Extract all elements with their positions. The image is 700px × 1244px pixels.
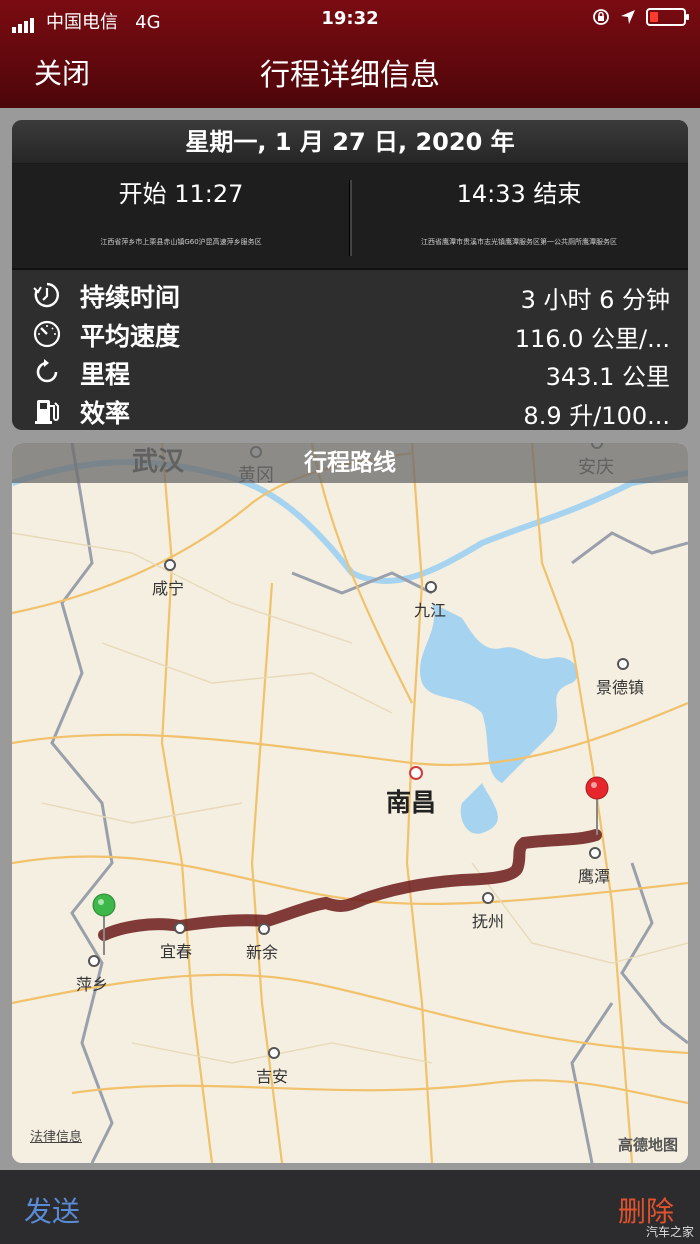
map-provider-logo: 高德地图 [617,1136,678,1154]
stat-label: 效率 [80,398,131,428]
location-arrow-icon [621,10,635,24]
city-label-pingxiang: 萍乡 [76,975,109,994]
end-address: 江西省鹰潭市贵溪市志光镇鹰潭服务区第一公共厕所鹰潭服务区 [421,238,617,246]
stat-value: 3 小时 6 分钟 [520,286,670,314]
start-time: 开始 11:27 [118,180,244,208]
city-label-jingdezhen: 景德镇 [596,678,645,697]
route-map[interactable]: 武汉 黄冈 安庆 行程路线 咸宁 九江 景德镇 南昌 鹰潭 抚州 宜春 新余 萍… [12,443,688,1163]
trip-end: 14:33 结束 江西省鹰潭市贵溪市志光镇鹰潭服务区第一公共厕所鹰潭服务区 [350,164,688,247]
stat-label: 持续时间 [80,283,181,312]
battery-icon [646,8,689,26]
speedometer-icon [33,320,61,347]
stat-row-distance: 里程 343.1 公里 [12,353,688,392]
stat-value: 8.9 升/100... [523,401,670,430]
city-label-yingtan: 鹰潭 [578,867,611,886]
stat-row-speed: 平均速度 116.0 公里/... [12,315,688,354]
bottom-toolbar: 发送 删除 汽车之家 [0,1170,700,1244]
stopwatch-icon [33,282,59,308]
stat-value: 343.1 公里 [545,363,670,391]
route-title: 行程路线 [12,443,688,483]
nav-header: 中国电信 4G 19:32 关闭 行程详细信息 [0,0,700,108]
trip-stats: 持续时间 3 小时 6 分钟 平均速度 116.0 公里/... 里程 343.… [12,270,688,430]
city-label-jiujiang: 九江 [414,601,447,620]
city-label-xinyu: 新余 [246,943,279,962]
trip-start: 开始 11:27 江西省萍乡市上栗县赤山镇G60沪昆高速萍乡服务区 [12,164,350,247]
stat-label: 里程 [80,360,131,389]
orientation-lock-icon [593,9,609,25]
stat-row-efficiency: 效率 8.9 升/100... [12,392,688,431]
end-time: 14:33 结束 [456,180,582,208]
trip-info-card: 星期一, 1 月 27 日, 2020 年 开始 11:27 江西省萍乡市上栗县… [12,120,688,430]
city-label-fuzhou: 抚州 [472,912,505,931]
page-title: 行程详细信息 [260,58,440,93]
city-label-yichun: 宜春 [160,942,193,961]
stat-value: 116.0 公里/... [514,324,670,353]
map-canvas[interactable] [12,443,688,1163]
city-label-nanchang: 南昌 [386,788,437,817]
stat-row-duration: 持续时间 3 小时 6 分钟 [12,276,688,315]
city-label-jian: 吉安 [256,1067,289,1086]
status-bar: 中国电信 4G 19:32 [0,6,700,33]
start-address: 江西省萍乡市上栗县赤山镇G60沪昆高速萍乡服务区 [100,238,262,246]
refresh-icon [36,359,58,383]
city-label-xianning: 咸宁 [152,579,185,598]
fuel-pump-icon [35,399,59,424]
stat-label: 平均速度 [80,321,181,351]
watermark: 汽车之家 [645,1225,694,1239]
trip-date: 星期一, 1 月 27 日, 2020 年 [12,120,688,164]
trip-endpoints: 开始 11:27 江西省萍乡市上栗县赤山镇G60沪昆高速萍乡服务区 14:33 … [12,164,688,270]
send-button[interactable]: 发送 [24,1190,80,1230]
legal-info-link[interactable]: 法律信息 [30,1126,82,1145]
